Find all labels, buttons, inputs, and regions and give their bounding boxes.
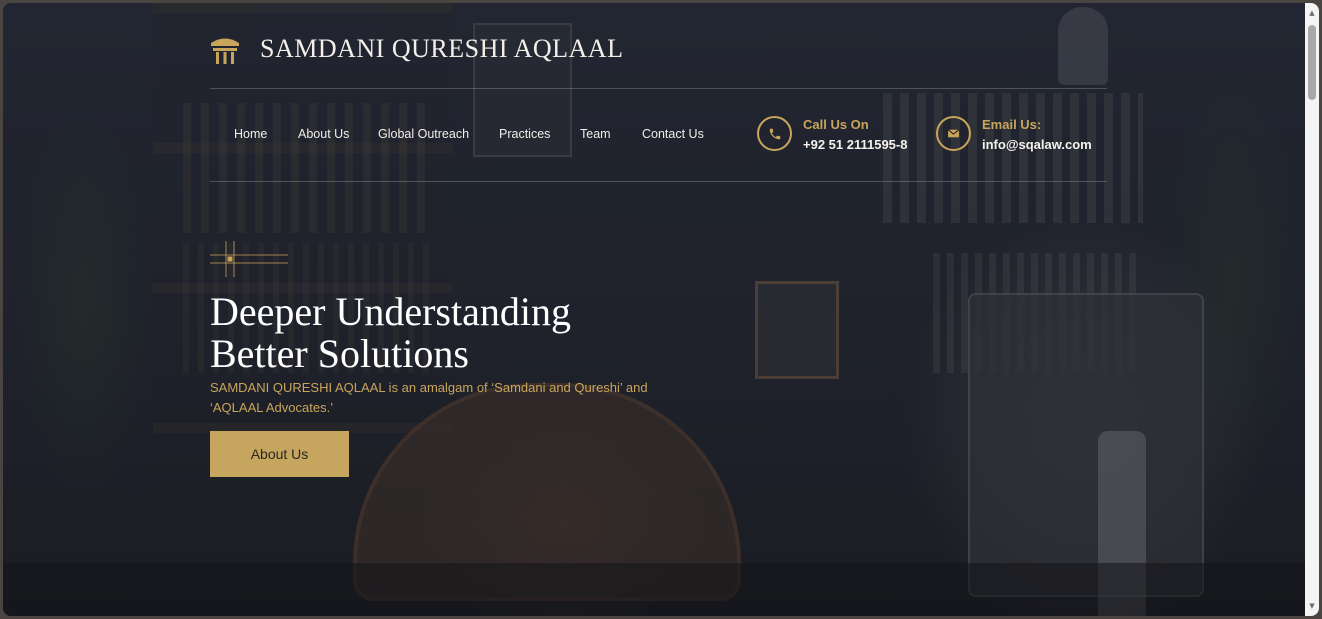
hero-headline: Deeper Understanding Better Solutions — [210, 291, 571, 375]
monitor-background — [968, 293, 1204, 597]
nav-item-global-outreach[interactable]: Global Outreach — [378, 127, 469, 141]
scroll-down-arrow-icon[interactable]: ▼ — [1305, 600, 1319, 612]
envelope-icon[interactable] — [936, 116, 971, 151]
nav-item-practices[interactable]: Practices — [499, 127, 550, 141]
about-us-button[interactable]: About Us — [210, 431, 349, 477]
scroll-up-arrow-icon[interactable]: ▲ — [1305, 7, 1319, 19]
plant-background — [3, 3, 173, 616]
brand-name[interactable]: SAMDANI QURESHI AQLAAL — [260, 34, 623, 64]
headline-line-2: Better Solutions — [210, 331, 469, 376]
header-divider — [210, 88, 1107, 89]
phone-number[interactable]: +92 51 2111595-8 — [803, 137, 907, 152]
vertical-scrollbar[interactable]: ▲ ▼ — [1305, 3, 1319, 616]
nav-item-team[interactable]: Team — [580, 127, 611, 141]
bust-background — [1058, 7, 1108, 85]
hero-subtext: SAMDANI QURESHI AQLAAL is an amalgam of … — [210, 380, 648, 415]
nav-divider — [210, 181, 1107, 182]
call-us-title: Call Us On — [803, 117, 869, 132]
nav-item-contact-us[interactable]: Contact Us — [642, 127, 704, 141]
phone-icon[interactable] — [757, 116, 792, 151]
books-background — [183, 103, 433, 233]
picture-frame-background — [755, 281, 839, 379]
scrollbar-thumb[interactable] — [1308, 25, 1316, 100]
ornament-icon — [210, 241, 288, 277]
books-background — [883, 93, 1143, 223]
nav-item-home[interactable]: Home — [234, 127, 267, 141]
hero-section: SAMDANI QURESHI AQLAAL Home About Us Glo… — [3, 3, 1305, 616]
email-us-title: Email Us: — [982, 117, 1042, 132]
nav-item-about-us[interactable]: About Us — [298, 127, 349, 141]
pillar-icon[interactable] — [208, 33, 242, 67]
browser-window: SAMDANI QURESHI AQLAAL Home About Us Glo… — [3, 3, 1319, 616]
email-address[interactable]: info@sqalaw.com — [982, 137, 1092, 152]
headline-line-1: Deeper Understanding — [210, 289, 571, 334]
desk-background — [3, 563, 1305, 616]
